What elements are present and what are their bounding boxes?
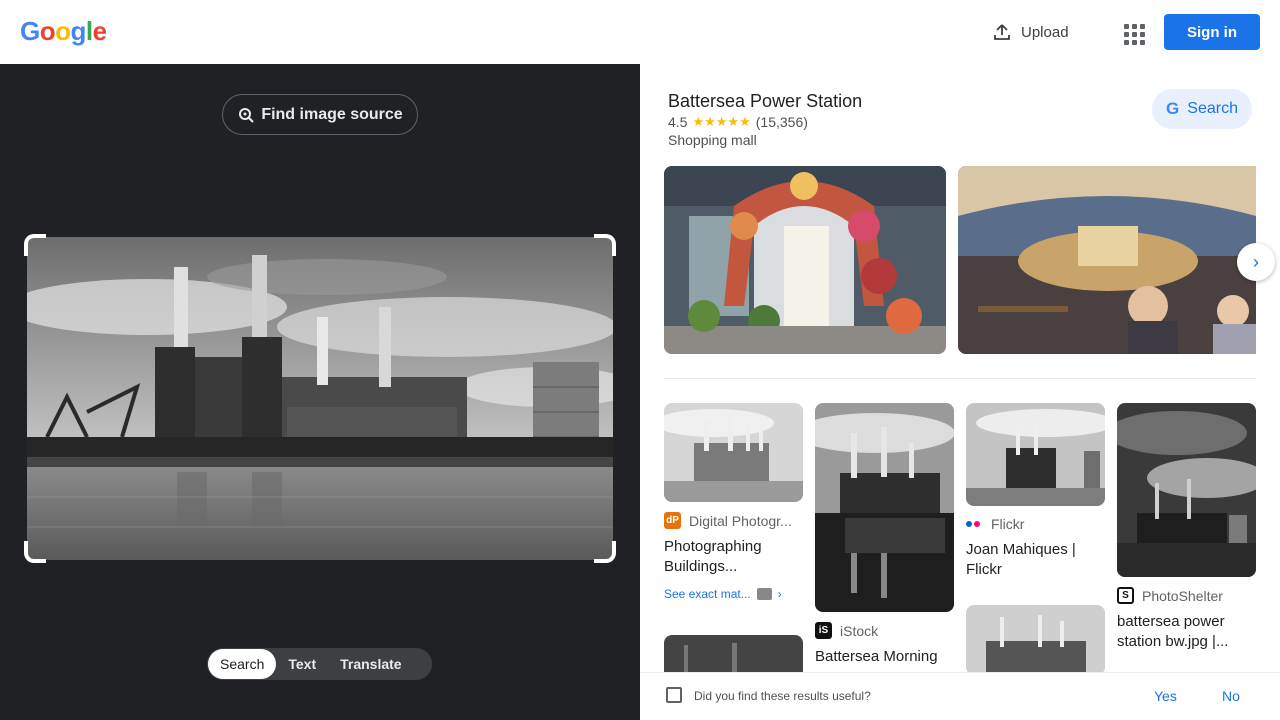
- result-title[interactable]: Joan Mahiques | Flickr: [966, 540, 1105, 580]
- star-rating-icon: ★★★★★: [692, 114, 751, 129]
- google-logo[interactable]: Google: [20, 16, 107, 47]
- logo-letter: g: [70, 16, 87, 46]
- feedback-icon: [666, 687, 682, 703]
- crop-handle-bottom-right[interactable]: [594, 541, 616, 563]
- result-card[interactable]: [966, 605, 1105, 675]
- see-exact-matches-link[interactable]: See exact mat... ›: [664, 587, 803, 601]
- feedback-no-button[interactable]: No: [1222, 688, 1240, 704]
- result-thumbnail: [815, 403, 954, 612]
- exact-matches-label: See exact mat...: [664, 587, 751, 601]
- google-g-icon: G: [1166, 99, 1180, 118]
- feedback-question: Did you find these results useful?: [694, 689, 871, 703]
- source-name: Digital Photogr...: [689, 512, 792, 529]
- place-title[interactable]: Battersea Power Station: [668, 91, 862, 112]
- chevron-right-icon: ›: [777, 587, 782, 601]
- source-name: iStock: [840, 622, 879, 639]
- find-image-source-label: Find image source: [261, 105, 403, 123]
- upload-button[interactable]: Upload: [992, 18, 1069, 46]
- lens-image-pane: Find image source Search Text Translate: [0, 64, 640, 720]
- logo-letter: o: [55, 16, 71, 46]
- logo-letter: o: [39, 16, 56, 46]
- divider: [664, 378, 1256, 379]
- lens-search-icon: [239, 107, 255, 123]
- source-favicon-icon: S: [1117, 587, 1134, 604]
- upload-icon: [994, 24, 1010, 40]
- result-card[interactable]: dP Digital Photogr... Photographing Buil…: [664, 403, 803, 601]
- place-photo-flower-shop[interactable]: [664, 166, 946, 354]
- exact-match-thumbnail: [756, 588, 772, 600]
- sign-in-button[interactable]: Sign in: [1164, 14, 1260, 50]
- crop-handle-top-right[interactable]: [594, 234, 616, 256]
- crop-selection[interactable]: [24, 234, 616, 563]
- source-name: Flickr: [991, 516, 1025, 532]
- result-card[interactable]: Flickr Joan Mahiques | Flickr: [966, 403, 1105, 580]
- google-search-label: Search: [1187, 100, 1238, 117]
- logo-letter: e: [92, 16, 107, 46]
- results-pane: Battersea Power Station 4.5 ★★★★★ (15,35…: [640, 64, 1280, 720]
- upload-label: Upload: [1021, 23, 1069, 41]
- chevron-right-icon[interactable]: ›: [1237, 243, 1275, 281]
- source-name: PhotoShelter: [1142, 587, 1223, 604]
- result-card[interactable]: iS iStock Battersea Morning: [815, 403, 954, 667]
- result-title[interactable]: Battersea Morning: [815, 647, 954, 667]
- source-favicon-icon: dP: [664, 512, 681, 529]
- apps-grid-icon[interactable]: [1118, 18, 1146, 46]
- find-image-source-button[interactable]: Find image source: [222, 94, 418, 135]
- place-category: Shopping mall: [668, 132, 757, 148]
- logo-letter: G: [20, 16, 40, 46]
- flickr-icon: [966, 521, 983, 527]
- result-source: iS iStock: [815, 622, 954, 639]
- crop-handle-top-left[interactable]: [24, 234, 46, 256]
- result-title[interactable]: Photographing Buildings...: [664, 537, 803, 577]
- source-favicon-icon: iS: [815, 622, 832, 639]
- result-title[interactable]: battersea power station bw.jpg |...: [1117, 612, 1256, 652]
- crop-handle-bottom-left[interactable]: [24, 541, 46, 563]
- feedback-bar: Did you find these results useful? Yes N…: [640, 672, 1280, 720]
- tab-text[interactable]: Text: [276, 649, 328, 679]
- tab-translate[interactable]: Translate: [328, 649, 413, 679]
- result-thumbnail: [1117, 403, 1256, 577]
- place-rating: 4.5 ★★★★★ (15,356): [668, 114, 808, 130]
- result-thumbnail: [966, 605, 1105, 675]
- logo-letter: l: [85, 16, 93, 46]
- top-bar: Google Upload Sign in: [0, 0, 1280, 64]
- result-thumbnail: [664, 403, 803, 502]
- rating-value: 4.5: [668, 114, 688, 130]
- result-source: dP Digital Photogr...: [664, 512, 803, 529]
- tab-search[interactable]: Search: [208, 649, 277, 679]
- place-photo-restaurant[interactable]: [958, 166, 1256, 354]
- google-search-button[interactable]: G Search: [1152, 89, 1252, 129]
- result-source: Flickr: [966, 516, 1105, 532]
- result-card[interactable]: S PhotoShelter battersea power station b…: [1117, 403, 1256, 652]
- result-source: S PhotoShelter: [1117, 587, 1256, 604]
- review-count: (15,356): [755, 114, 808, 130]
- query-image: [27, 237, 613, 560]
- feedback-yes-button[interactable]: Yes: [1154, 688, 1177, 704]
- result-thumbnail: [966, 403, 1105, 506]
- lens-mode-switcher: Search Text Translate: [207, 648, 432, 680]
